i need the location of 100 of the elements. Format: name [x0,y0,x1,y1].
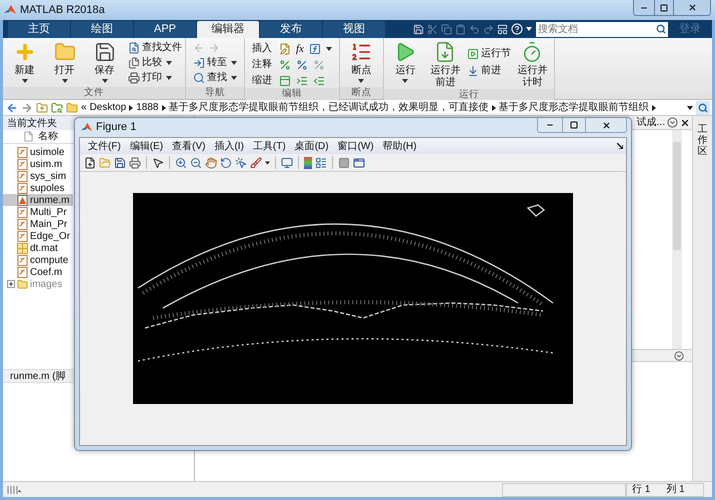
dropdown-icon[interactable] [667,117,678,128]
breakpoints-button[interactable]: 断点 [342,38,380,87]
ribbon-tab[interactable]: 绘图 [71,21,133,38]
file-row[interactable]: sys_sim [3,170,73,182]
path-overflow-marker[interactable]: « [81,100,87,115]
legend-icon[interactable] [315,156,327,168]
file-row[interactable]: images [3,278,73,290]
scrollbar[interactable] [672,130,682,349]
help-icon[interactable] [511,23,523,35]
edit-action-label[interactable]: 注释 [252,57,274,72]
window-icon[interactable] [353,156,365,168]
menu-item[interactable]: 查看(V) [172,138,206,154]
ribbon-group-label: 编辑 [245,88,339,100]
zoom-in-icon[interactable] [175,156,187,168]
brush-icon[interactable] [250,156,262,168]
path-segment[interactable]: 基于多尺度形态学提取眼前节组织，已经调试成功，效果明显，可直接使 [168,100,488,115]
square-icon[interactable] [338,156,350,168]
run-and-time-button[interactable]: 运行并计时 [514,38,551,89]
ribbon-tab[interactable]: 主页 [8,21,70,38]
print-button[interactable]: 打印 [128,70,182,85]
file-row[interactable]: supoles [3,182,73,194]
search-field[interactable]: 搜索文档 [536,22,668,36]
percent-icon[interactable] [279,58,291,70]
ribbon-tab[interactable]: 视图 [323,21,385,38]
go-to-button[interactable]: 转至 [193,55,237,70]
ribbon-tab[interactable]: 编辑器 [197,21,259,38]
path-segment[interactable]: Desktop [90,100,126,115]
path-segment[interactable]: 1888 [136,100,158,115]
find-files-button[interactable]: 查找文件 [128,40,182,55]
menu-item[interactable]: 文件(F) [88,138,121,154]
layout-icon[interactable] [497,24,508,34]
pointer-icon[interactable] [152,156,164,168]
new-button[interactable]: 新建 [6,38,43,87]
menu-item[interactable]: 编辑(E) [130,138,164,154]
new-file-icon[interactable] [84,156,96,168]
folder-up-icon[interactable] [36,102,48,114]
file-row[interactable]: Coef.m [3,266,73,278]
close-icon[interactable] [680,118,690,128]
layout-columns-icon[interactable] [7,484,21,494]
save-button[interactable]: 保存 [86,38,123,87]
caret-icon[interactable] [265,160,270,164]
percent-icon[interactable] [296,58,308,70]
save-icon[interactable] [114,156,126,168]
function-button[interactable]: fx [296,42,304,54]
maximize-button[interactable] [654,0,674,15]
colorbar-icon[interactable] [304,156,312,168]
copy-icon[interactable] [441,24,452,34]
dock-arrow-icon[interactable] [617,143,623,149]
file-row[interactable]: compute [3,254,73,266]
ribbon-tab[interactable]: APP [134,21,196,38]
data-cursor-icon[interactable] [235,156,247,168]
indent-icon[interactable] [296,74,308,86]
run-section-button[interactable]: 运行节 [466,46,511,61]
caret-icon[interactable] [687,106,693,110]
run-and-advance-button[interactable]: 运行并前进 [426,38,464,89]
menu-item[interactable]: 工具(T) [252,138,286,154]
expand-icon[interactable] [7,280,15,288]
rotate-icon[interactable] [220,156,232,168]
find-button[interactable]: 查找 [193,70,237,85]
edit-action-label[interactable]: 插入 [252,41,274,56]
scissors-icon[interactable] [427,24,438,34]
monitor-icon[interactable] [281,156,293,168]
forward-arrow-icon[interactable] [21,102,33,114]
dropdown-icon[interactable] [674,350,684,360]
menu-item[interactable]: 插入(I) [214,138,244,154]
search-button[interactable] [696,100,710,114]
caret-icon[interactable] [526,27,532,31]
back-arrow-icon[interactable] [6,102,18,114]
maximize-button[interactable] [562,118,586,132]
clipboard-icon[interactable] [455,24,466,34]
undo-icon[interactable] [469,24,480,34]
file-row[interactable]: usim.m [3,158,73,170]
editor-tab[interactable]: 试成... [636,115,665,130]
smart-indent-icon[interactable] [279,74,291,86]
file-search-icon [128,42,140,54]
advance-button[interactable]: 前进 [466,63,511,78]
column-header[interactable]: 名称 [38,129,58,144]
folder-search-icon[interactable] [51,102,63,114]
menu-item[interactable]: 窗口(W) [338,138,374,154]
insert-section-icon[interactable] [279,42,291,54]
run-button[interactable]: 运行 [386,38,424,89]
ribbon-tab[interactable]: 发布 [260,21,322,38]
script-file-icon [17,230,28,242]
file-row[interactable]: usimole [3,146,73,158]
file-row[interactable]: runme.m [3,194,73,206]
file-row[interactable]: Multi_Pr [3,206,73,218]
menu-item[interactable]: 桌面(D) [294,138,329,154]
file-row[interactable]: Main_Pr [3,218,73,230]
path-segment[interactable]: 基于多尺度形态学提取眼前节组织 [498,100,648,115]
zoom-out-icon[interactable] [190,156,202,168]
hand-icon[interactable] [205,156,217,168]
outdent-icon[interactable] [313,74,325,86]
edit-action-label[interactable]: 缩进 [252,73,274,88]
compare-button[interactable]: 比较 [128,55,182,70]
file-row[interactable]: Edge_Or [3,230,73,242]
open-button[interactable]: 打开 [46,38,83,87]
function-box-icon[interactable] [308,42,321,54]
menu-item[interactable]: 帮助(H) [382,138,417,154]
printer-icon[interactable] [129,156,141,168]
file-row[interactable]: dt.mat [3,242,73,254]
